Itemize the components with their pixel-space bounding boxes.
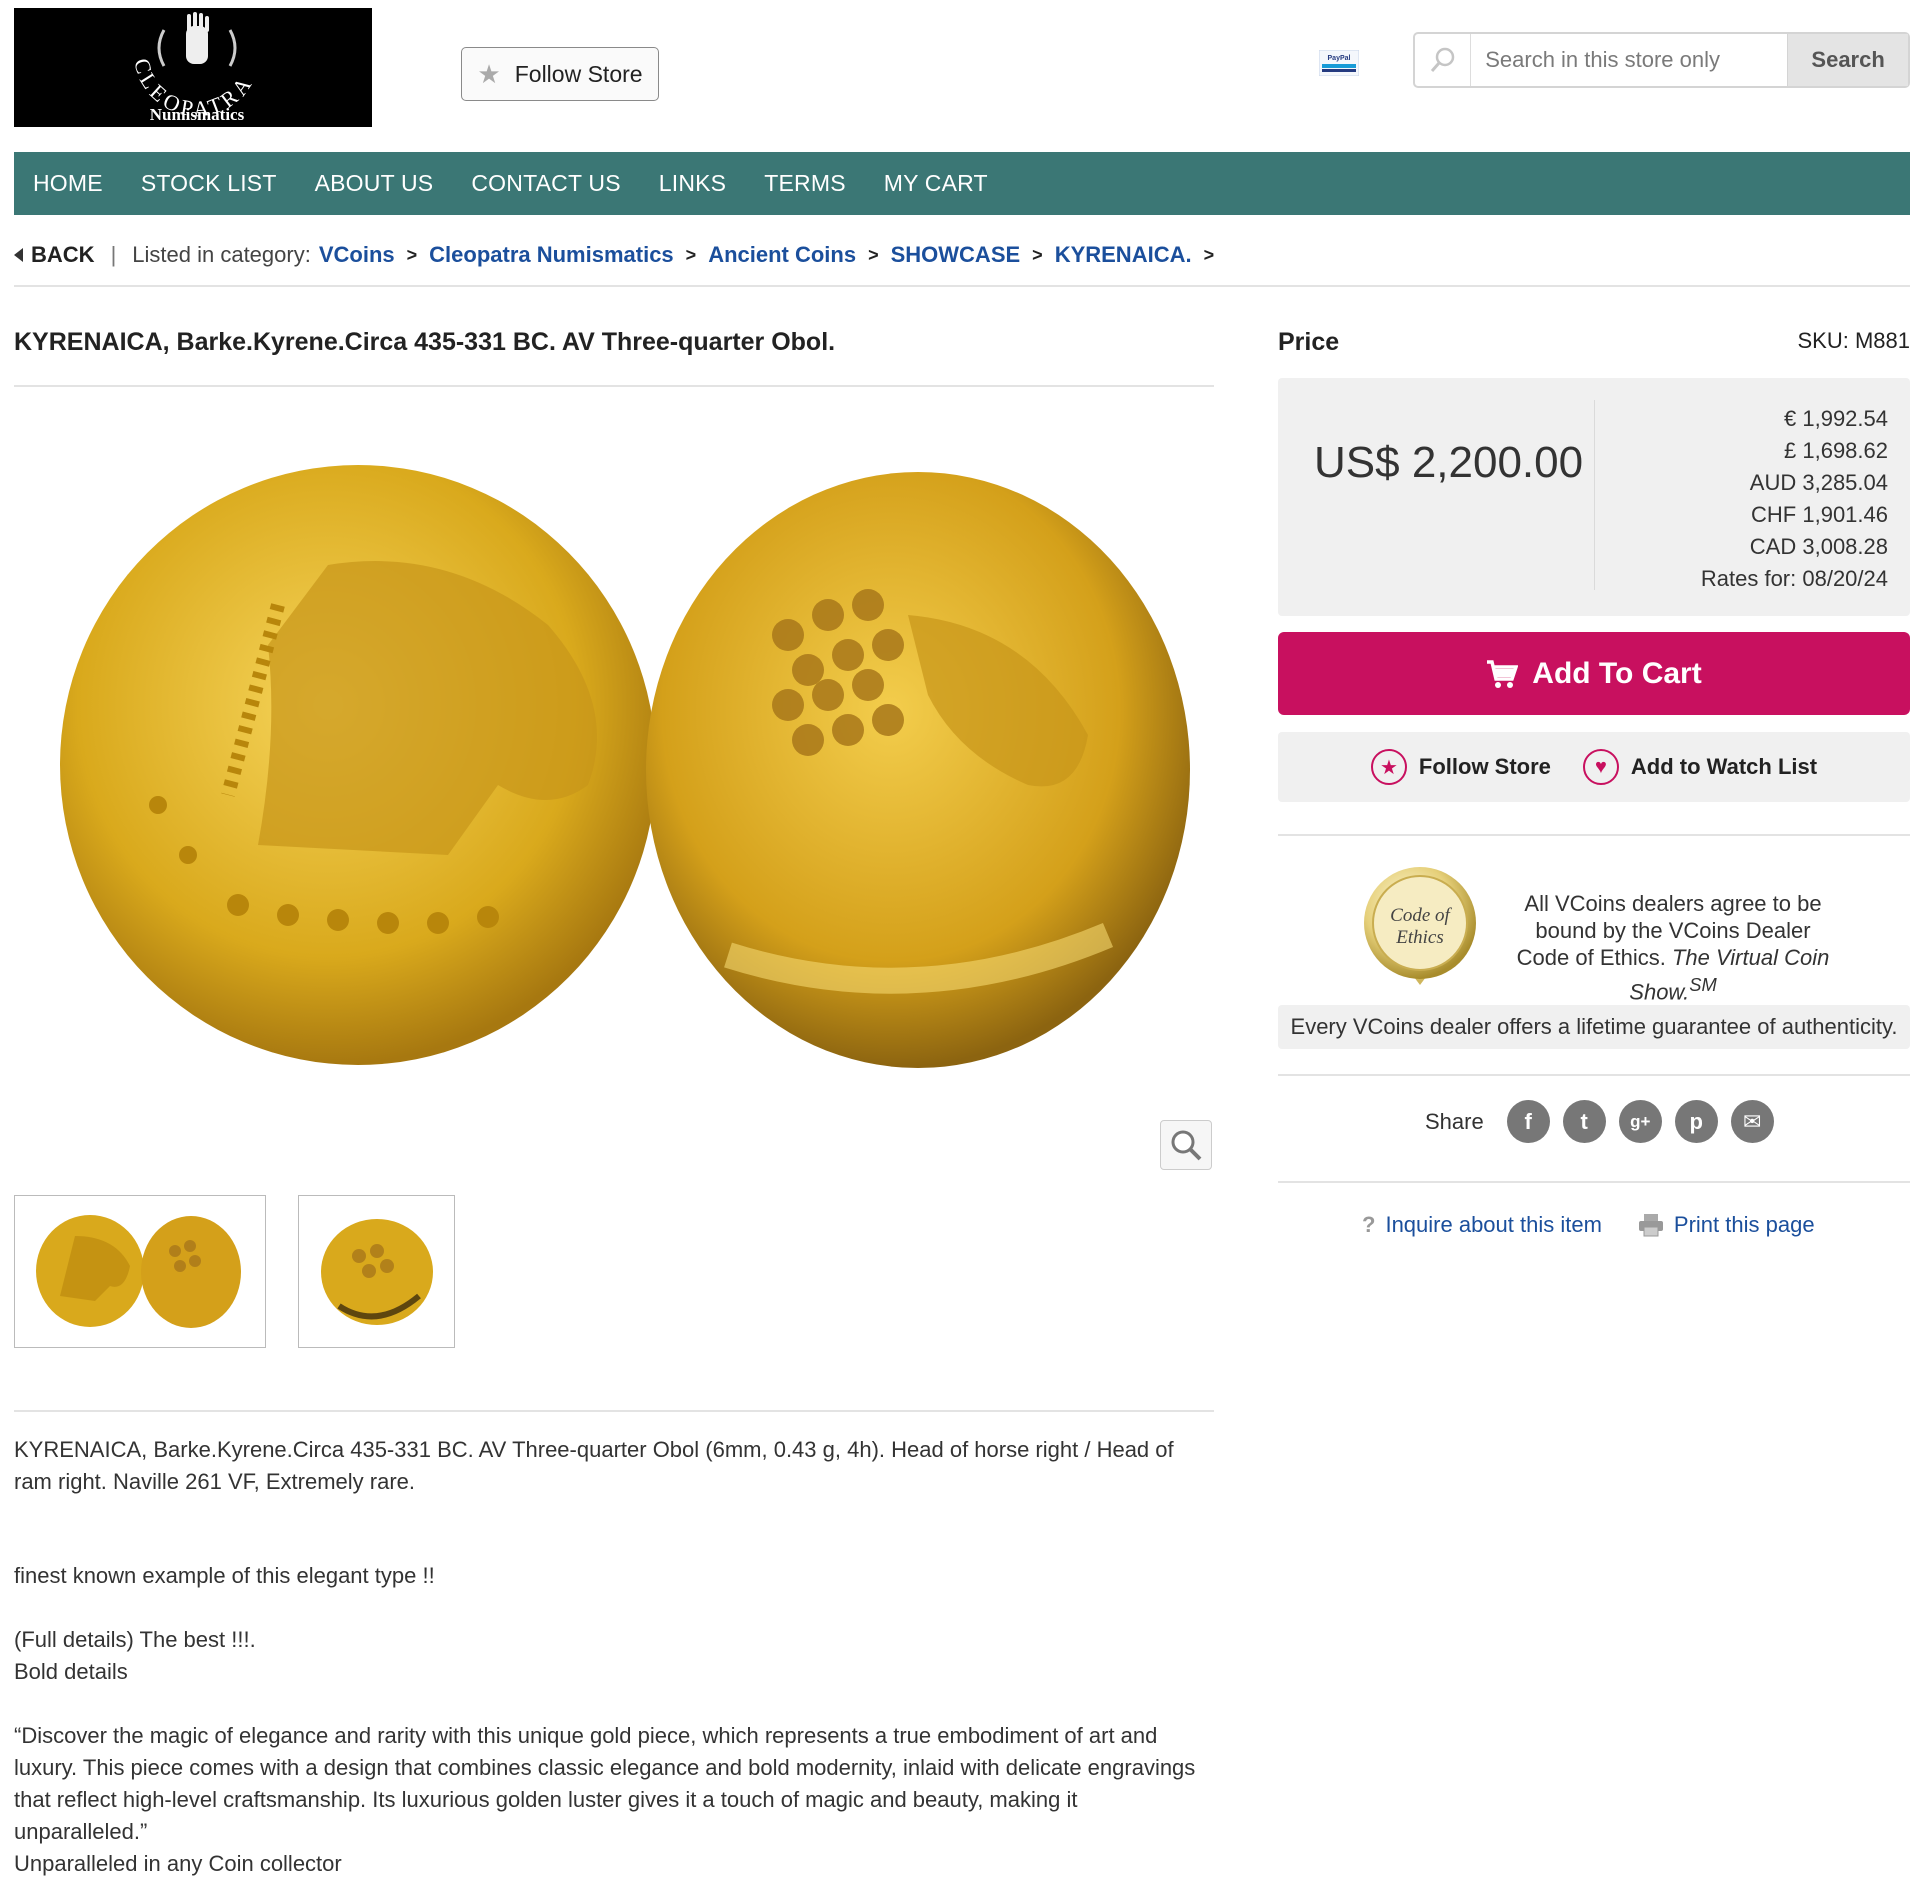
print-link[interactable]: Print this page <box>1638 1212 1815 1238</box>
svg-text:PayPal: PayPal <box>1328 55 1351 62</box>
nav-stock-list[interactable]: STOCK LIST <box>141 170 277 197</box>
add-to-cart-button[interactable]: Add To Cart <box>1278 632 1910 715</box>
back-label: BACK <box>31 242 95 267</box>
price-heading: Price <box>1278 328 1340 356</box>
ethics-service-mark: SM <box>1689 974 1717 995</box>
search-icon <box>1415 34 1472 86</box>
breadcrumb-separator: > <box>1032 244 1043 265</box>
svg-text:Code of: Code of <box>1390 905 1452 926</box>
follow-store-label: Follow Store <box>514 60 643 87</box>
divider <box>1278 834 1910 836</box>
heart-icon: ♥ <box>1582 749 1619 785</box>
breadcrumb-cleopatra[interactable]: Cleopatra Numismatics <box>429 242 674 268</box>
divider <box>1278 1181 1910 1183</box>
description-paragraph: (Full details) The best !!!. <box>14 1627 256 1652</box>
share-label: Share <box>1425 1108 1484 1134</box>
breadcrumb-divider: | <box>110 242 117 267</box>
rates-date: Rates for: 08/20/24 <box>1700 566 1888 591</box>
product-title: KYRENAICA, Barke.Kyrene.Circa 435-331 BC… <box>14 328 836 356</box>
facebook-icon[interactable]: f <box>1506 1100 1550 1143</box>
breadcrumb: BACK | Listed in category: VCoins > Cleo… <box>14 239 1910 287</box>
share-row: Share f t g+ p ✉ <box>1425 1100 1774 1143</box>
question-icon: ? <box>1362 1212 1376 1237</box>
printer-icon <box>1638 1214 1663 1237</box>
item-links: ? Inquire about this item Print this pag… <box>1362 1212 1815 1238</box>
zoom-button[interactable] <box>1160 1120 1212 1170</box>
authenticity-guarantee: Every VCoins dealer offers a lifetime gu… <box>1278 1005 1910 1049</box>
store-search: Search <box>1413 32 1910 88</box>
nav-links[interactable]: LINKS <box>659 170 726 197</box>
divider <box>14 385 1214 387</box>
description-paragraph: Bold details <box>14 1659 128 1684</box>
description-paragraph: KYRENAICA, Barke.Kyrene.Circa 435-331 BC… <box>14 1437 1174 1494</box>
thumbnail-2[interactable] <box>298 1195 455 1348</box>
nav-home[interactable]: HOME <box>33 170 103 197</box>
currency-conversions: € 1,992.54 £ 1,698.62 AUD 3,285.04 CHF 1… <box>1701 403 1888 595</box>
email-icon[interactable]: ✉ <box>1730 1100 1774 1143</box>
cart-icon <box>1487 659 1519 688</box>
divider <box>14 1410 1214 1412</box>
ethics-statement: All VCoins dealers agree to be bound by … <box>1508 890 1838 1005</box>
price-box: US$ 2,200.00 € 1,992.54 £ 1,698.62 AUD 3… <box>1278 378 1910 616</box>
description-paragraph: Unparalleled in any Coin collector <box>14 1851 342 1876</box>
conversion-eur: € 1,992.54 <box>1784 406 1888 431</box>
conversion-gbp: £ 1,698.62 <box>1784 438 1888 463</box>
code-of-ethics-seal[interactable]: Code of Ethics <box>1362 865 1478 987</box>
price-value: US$ 2,200.00 <box>1314 438 1584 487</box>
paypal-icon[interactable]: PayPal <box>1318 49 1360 77</box>
magnifier-icon <box>1171 1130 1202 1161</box>
breadcrumb-separator: > <box>406 244 418 265</box>
breadcrumb-separator: > <box>1203 244 1215 265</box>
print-label: Print this page <box>1673 1212 1815 1237</box>
breadcrumb-kyrenaica[interactable]: KYRENAICA. <box>1055 242 1192 268</box>
follow-store-link[interactable]: ★ Follow Store <box>1370 749 1551 785</box>
breadcrumb-vcoins[interactable]: VCoins <box>319 242 395 268</box>
product-main-image[interactable] <box>28 455 1198 1085</box>
logo-sub-text: Numismatics <box>150 105 245 124</box>
follow-store-action-label: Follow Store <box>1418 754 1551 779</box>
breadcrumb-separator: > <box>868 244 879 265</box>
breadcrumb-ancient-coins[interactable]: Ancient Coins <box>708 242 856 268</box>
nav-terms[interactable]: TERMS <box>764 170 846 197</box>
thumbnail-1[interactable] <box>14 1195 266 1348</box>
google-plus-icon[interactable]: g+ <box>1618 1100 1662 1143</box>
svg-text:Ethics: Ethics <box>1395 927 1444 948</box>
main-nav: HOME STOCK LIST ABOUT US CONTACT US LINK… <box>14 152 1910 215</box>
inquire-label: Inquire about this item <box>1385 1212 1602 1237</box>
divider <box>1278 1074 1910 1076</box>
follow-store-button[interactable]: ★ Follow Store <box>461 47 659 101</box>
price-divider <box>1594 400 1595 590</box>
conversion-cad: CAD 3,008.28 <box>1749 534 1888 559</box>
product-description: KYRENAICA, Barke.Kyrene.Circa 435-331 BC… <box>14 1434 1214 1880</box>
nav-my-cart[interactable]: MY CART <box>884 170 988 197</box>
conversion-aud: AUD 3,285.04 <box>1749 470 1888 495</box>
twitter-icon[interactable]: t <box>1562 1100 1606 1143</box>
nav-about-us[interactable]: ABOUT US <box>315 170 434 197</box>
add-to-cart-label: Add To Cart <box>1532 656 1702 690</box>
description-paragraph: “Discover the magic of elegance and rari… <box>14 1723 1196 1844</box>
pinterest-icon[interactable]: p <box>1674 1100 1718 1143</box>
star-icon: ★ <box>477 59 501 89</box>
description-paragraph: finest known example of this elegant typ… <box>14 1563 435 1588</box>
add-to-watch-list-link[interactable]: ♥ Add to Watch List <box>1582 749 1818 785</box>
star-icon: ★ <box>1370 749 1407 785</box>
conversion-chf: CHF 1,901.46 <box>1751 502 1888 527</box>
inquire-link[interactable]: ? Inquire about this item <box>1362 1212 1602 1238</box>
back-arrow-icon <box>14 248 23 262</box>
breadcrumb-separator: > <box>685 244 697 265</box>
breadcrumb-showcase[interactable]: SHOWCASE <box>891 242 1021 268</box>
store-logo[interactable]: CLEOPATRA Numismatics <box>14 8 372 127</box>
search-input[interactable] <box>1471 34 1788 86</box>
breadcrumb-listed-label: Listed in category: <box>132 242 311 267</box>
watch-list-label: Add to Watch List <box>1630 754 1818 779</box>
sku-label: SKU: M881 <box>1797 328 1911 353</box>
back-link[interactable]: BACK <box>14 242 95 268</box>
store-actions: ★ Follow Store ♥ Add to Watch List <box>1278 732 1910 802</box>
nav-contact-us[interactable]: CONTACT US <box>471 170 620 197</box>
search-button[interactable]: Search <box>1787 34 1908 86</box>
